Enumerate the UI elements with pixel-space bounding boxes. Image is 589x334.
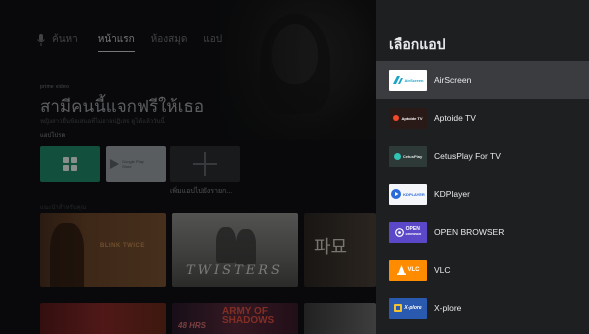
app-name: Aptoide TV <box>434 113 476 123</box>
app-item-cetusplay[interactable]: CetusPlay CetusPlay For TV <box>376 137 589 175</box>
app-name: OPEN BROWSER <box>434 227 505 237</box>
kdplayer-icon: KDPLAYER <box>389 183 427 205</box>
aptoide-icon: Aptoide TV <box>389 107 427 129</box>
cetusplay-icon: CetusPlay <box>389 145 427 167</box>
home-screen: ค้นหา หน้าแรก ห้องสมุด แอป prime video ส… <box>0 0 376 334</box>
app-picker-panel: เลือกแอป AirScreen AirScreen Aptoide TV … <box>376 0 589 334</box>
vlc-icon: VLC <box>389 259 427 281</box>
app-name: AirScreen <box>434 75 472 85</box>
app-list: AirScreen AirScreen Aptoide TV Aptoide T… <box>376 61 589 327</box>
app-item-airscreen[interactable]: AirScreen AirScreen <box>376 61 589 99</box>
app-name: CetusPlay For TV <box>434 151 501 161</box>
app-item-kdplayer[interactable]: KDPLAYER KDPlayer <box>376 175 589 213</box>
panel-title: เลือกแอป <box>389 36 446 52</box>
app-item-open-browser[interactable]: OPEN BROWSER OPEN BROWSER <box>376 213 589 251</box>
app-item-vlc[interactable]: VLC VLC <box>376 251 589 289</box>
app-name: X-plore <box>434 303 462 313</box>
xplore-icon: X-plore <box>389 297 427 319</box>
airscreen-icon: AirScreen <box>389 69 427 91</box>
open-browser-icon: OPEN BROWSER <box>389 221 427 243</box>
app-name: KDPlayer <box>434 189 470 199</box>
app-name: VLC <box>434 265 451 275</box>
app-item-aptoide-tv[interactable]: Aptoide TV Aptoide TV <box>376 99 589 137</box>
app-item-xplore[interactable]: X-plore X-plore <box>376 289 589 327</box>
